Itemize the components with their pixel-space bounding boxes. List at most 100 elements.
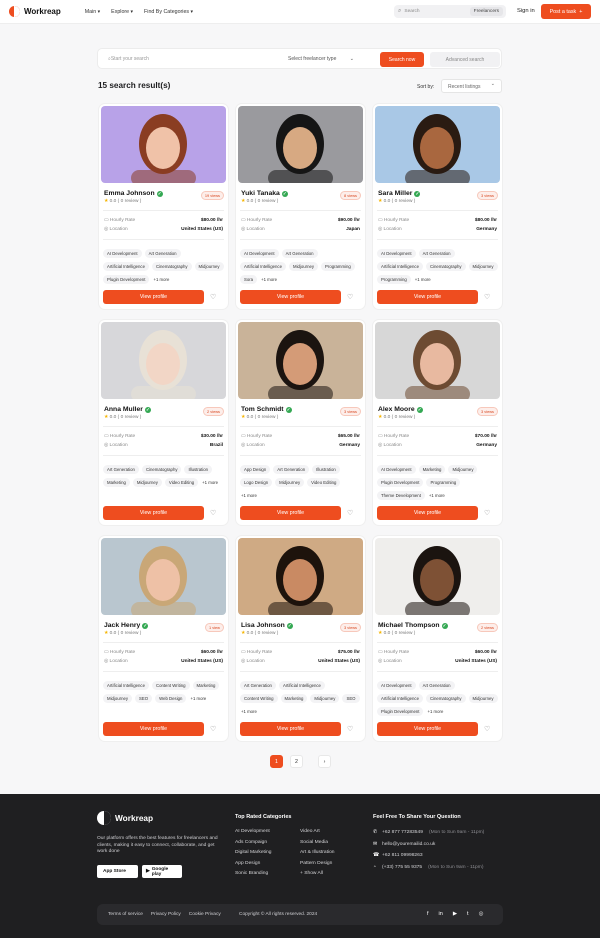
linkedin-icon[interactable]: in	[439, 911, 443, 917]
signin-link[interactable]: Sign in	[517, 8, 535, 14]
search-input[interactable]: Start your search	[108, 56, 149, 62]
skill-tag[interactable]: Illustration	[184, 465, 213, 474]
contact-phone-3[interactable]: ◔ (+33) 775 55 9375 (Mon to Sun 9am - 11pm…	[373, 862, 484, 874]
app-store-badge[interactable]: App Store	[97, 865, 138, 878]
skill-tag[interactable]: Video Editing	[164, 478, 199, 487]
heart-icon[interactable]: ♡	[347, 509, 353, 517]
heart-icon[interactable]: ♡	[210, 725, 216, 733]
skill-tag[interactable]: Content Writing	[151, 681, 190, 690]
freelancer-name-row[interactable]: Tom Schmidt ✓	[241, 406, 292, 413]
freelancer-name-row[interactable]: Anna Muller ✓	[104, 406, 151, 413]
more-skills-link[interactable]: +1 more	[240, 707, 258, 716]
more-skills-link[interactable]: +1 more	[189, 694, 207, 703]
freelancer-card[interactable]: Anna Muller ✓ 2 views ★ 0.0 ( 0 review ) ▭ H…	[99, 320, 228, 525]
contact-phone-1[interactable]: ✆ +62 877 77283549 (Mon to Sun 9am - 11pm)	[373, 827, 484, 839]
skill-tag[interactable]: Artificial Intelligence	[278, 681, 325, 690]
page-2-button[interactable]: 2	[290, 755, 303, 768]
skill-tag[interactable]: AI Development	[377, 465, 416, 474]
more-skills-link[interactable]: +1 more	[240, 491, 258, 500]
view-profile-button[interactable]: View profile	[103, 722, 204, 736]
skill-tag[interactable]: Art Generation	[103, 465, 139, 474]
footer-category-link[interactable]: Ads Compaign	[235, 838, 271, 849]
more-skills-link[interactable]: +1 more	[201, 478, 219, 487]
skill-tag[interactable]: Art Generation	[273, 465, 310, 474]
skill-tag[interactable]: Art Generation	[144, 249, 181, 258]
skill-tag[interactable]: Cinematography	[425, 694, 466, 703]
skill-tag[interactable]: Plugin Development	[377, 707, 424, 716]
freelancer-name-row[interactable]: Yuki Tanaka ✓	[241, 190, 288, 197]
view-profile-button[interactable]: View profile	[103, 506, 204, 520]
freelancer-name-row[interactable]: Alex Moore ✓	[378, 406, 423, 413]
freelancer-card[interactable]: Emma Johnson ✓ 19 views ★ 0.0 ( 0 review ) ▭…	[99, 104, 228, 309]
heart-icon[interactable]: ♡	[484, 293, 490, 301]
skill-tag[interactable]: Midjourney	[468, 262, 498, 271]
search-now-button[interactable]: Search now	[380, 52, 424, 67]
skill-tag[interactable]: Programming	[377, 275, 411, 284]
skill-tag[interactable]: Logo Design	[240, 478, 273, 487]
google-play-badge[interactable]: ▶ Google play	[142, 865, 182, 878]
more-skills-link[interactable]: +1 more	[152, 275, 170, 284]
freelancer-card[interactable]: Lisa Johnson ✓ 3 views ★ 0.0 ( 0 review ) ▭ …	[236, 536, 365, 741]
heart-icon[interactable]: ♡	[347, 293, 353, 301]
freelancer-photo[interactable]	[101, 106, 226, 183]
freelancer-card[interactable]: Sara Miller ✓ 3 views ★ 0.0 ( 0 review ) ▭ H…	[373, 104, 502, 309]
heart-icon[interactable]: ♡	[484, 725, 490, 733]
freelancer-card[interactable]: Yuki Tanaka ✓ 8 views ★ 0.0 ( 0 review ) ▭ H…	[236, 104, 365, 309]
footer-category-link[interactable]: Digital Marketing	[235, 848, 271, 859]
freelancer-photo[interactable]	[375, 322, 500, 399]
header-search-input[interactable]: Search	[404, 9, 419, 14]
heart-icon[interactable]: ♡	[347, 725, 353, 733]
heart-icon[interactable]: ♡	[484, 509, 490, 517]
menu-item-main[interactable]: Main	[85, 9, 100, 15]
footer-category-link[interactable]: Social Media	[300, 838, 335, 849]
skill-tag[interactable]: Artificial Intelligence	[240, 262, 286, 271]
skill-tag[interactable]: Midjourney	[132, 478, 162, 487]
skill-tag[interactable]: AI Development	[103, 249, 142, 258]
skill-tag[interactable]: Sora	[240, 275, 258, 284]
view-profile-button[interactable]: View profile	[377, 506, 478, 520]
skill-tag[interactable]: Marketing	[418, 465, 446, 474]
skill-tag[interactable]: Art Generation	[418, 681, 455, 690]
skill-tag[interactable]: Midjourney	[288, 262, 319, 271]
skill-tag[interactable]: Artificial Intelligence	[377, 262, 423, 271]
facebook-icon[interactable]: f	[427, 911, 429, 917]
skill-tag[interactable]: Artificial Intelligence	[377, 694, 423, 703]
advanced-search-button[interactable]: Advanced search	[430, 52, 500, 67]
brand-logo[interactable]: Workreap	[9, 6, 61, 17]
footer-category-link[interactable]: App Design	[235, 859, 271, 870]
freelancer-name-row[interactable]: Emma Johnson ✓	[104, 190, 163, 197]
skill-tag[interactable]: SEO	[135, 694, 153, 703]
footer-brand[interactable]: Workreap	[97, 811, 153, 825]
skill-tag[interactable]: Art Generation	[240, 681, 276, 690]
skill-tag[interactable]: Cinematography	[425, 262, 466, 271]
more-skills-link[interactable]: +1 more	[414, 275, 432, 284]
more-skills-link[interactable]: +1 more	[428, 491, 446, 500]
view-profile-button[interactable]: View profile	[240, 506, 341, 520]
skill-tag[interactable]: Artificial Intelligence	[103, 681, 149, 690]
view-profile-button[interactable]: View profile	[103, 290, 204, 304]
twitter-icon[interactable]: t	[467, 911, 469, 917]
heart-icon[interactable]: ♡	[210, 293, 216, 301]
freelancer-photo[interactable]	[101, 322, 226, 399]
freelancer-photo[interactable]	[375, 106, 500, 183]
skill-tag[interactable]: Illustration	[312, 465, 340, 474]
skill-tag[interactable]: Art Generation	[418, 249, 455, 258]
skill-tag[interactable]: Marketing	[192, 681, 220, 690]
skill-tag[interactable]: Cinematography	[151, 262, 192, 271]
contact-email[interactable]: ✉ hello@youremailid.co.uk	[373, 839, 484, 851]
footer-category-link[interactable]: Video Art	[300, 827, 335, 838]
footer-category-link[interactable]: AI Development	[235, 827, 271, 838]
freelancer-name-row[interactable]: Jack Henry ✓	[104, 622, 149, 629]
show-all-link[interactable]: + Show All	[300, 869, 335, 880]
skill-tag[interactable]: Artificial Intelligence	[103, 262, 149, 271]
skill-tag[interactable]: AI Development	[240, 249, 279, 258]
youtube-icon[interactable]: ▶	[453, 911, 457, 917]
freelancer-card[interactable]: Jack Henry ✓ 1 view ★ 0.0 ( 0 review ) ▭ Hou…	[99, 536, 228, 741]
terms-link[interactable]: Terms of service	[108, 912, 143, 917]
skill-tag[interactable]: Cinematography	[141, 465, 182, 474]
skill-tag[interactable]: SEO	[342, 694, 360, 703]
skill-tag[interactable]: Midjourney	[194, 262, 224, 271]
contact-phone-2[interactable]: ☎ +62 811 09998263	[373, 850, 484, 862]
skill-tag[interactable]: Art Generation	[281, 249, 318, 258]
next-page-button[interactable]: ›	[318, 755, 331, 768]
